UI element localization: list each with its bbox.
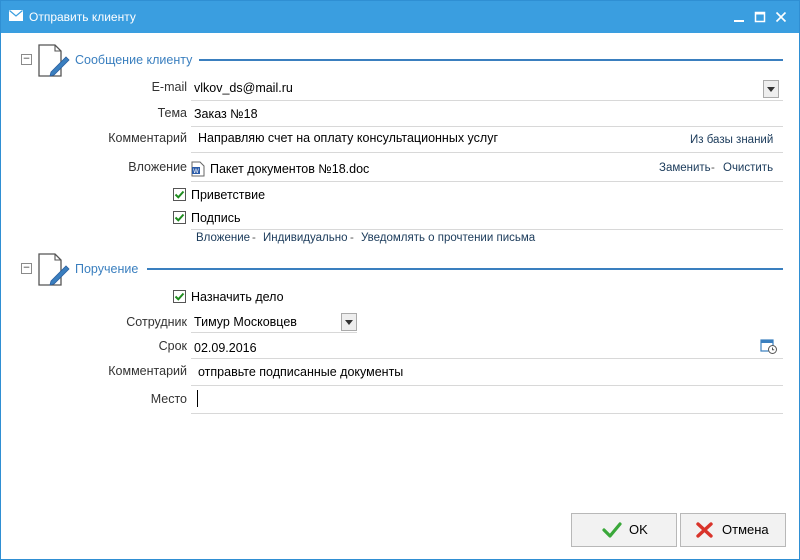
- greeting-label[interactable]: Приветствие: [191, 188, 265, 202]
- chevron-down-icon: [767, 87, 775, 92]
- window-title: Отправить клиенту: [29, 10, 136, 24]
- subject-label: Тема: [157, 106, 187, 120]
- text-cursor: [197, 390, 198, 407]
- email-dropdown-button[interactable]: [763, 80, 779, 98]
- envelope-icon: [9, 10, 23, 21]
- minimize-icon: [734, 20, 744, 22]
- message-section-title: Сообщение клиенту: [75, 53, 193, 67]
- comment-underline: [191, 152, 783, 153]
- document-edit-icon: [38, 44, 70, 77]
- checkmark-icon: [174, 213, 185, 222]
- individual-option-link[interactable]: Индивидуально: [263, 232, 347, 244]
- signature-checkbox[interactable]: [173, 211, 186, 224]
- cross-icon: [696, 522, 713, 538]
- assign-task-checkbox[interactable]: [173, 290, 186, 303]
- attachment-label: Вложение: [128, 160, 187, 174]
- place-label: Место: [150, 392, 187, 406]
- collapse-message-section[interactable]: −: [21, 54, 32, 65]
- employee-dropdown-button[interactable]: [341, 313, 357, 331]
- subject-underline: [191, 126, 783, 127]
- comment-field[interactable]: Направляю счет на оплату консультационны…: [198, 131, 498, 145]
- cancel-button[interactable]: Отмена: [680, 513, 786, 547]
- task-comment-underline: [191, 385, 783, 386]
- read-receipt-option-link[interactable]: Уведомлять о прочтении письма: [361, 232, 535, 244]
- section-divider: [199, 59, 783, 61]
- word-document-icon: W: [191, 161, 205, 177]
- attachment-underline: [191, 181, 783, 182]
- checkmark-icon: [174, 190, 185, 199]
- link-separator: -: [711, 162, 715, 174]
- due-date-underline: [191, 358, 783, 359]
- maximize-button[interactable]: [750, 7, 770, 27]
- email-underline: [191, 100, 783, 101]
- maximize-icon: [754, 11, 766, 23]
- place-underline: [191, 413, 783, 414]
- dialog-window: Отправить клиенту − Сообщение клиенту E-…: [0, 0, 800, 560]
- employee-underline: [191, 332, 357, 333]
- subject-field[interactable]: Заказ №18: [194, 107, 258, 121]
- employee-label: Сотрудник: [126, 315, 187, 329]
- email-label: E-mail: [151, 80, 187, 94]
- close-button[interactable]: [771, 7, 791, 27]
- place-field[interactable]: [198, 392, 758, 408]
- cancel-button-label: Отмена: [722, 522, 769, 537]
- task-comment-field[interactable]: отправьте подписанные документы: [198, 365, 403, 379]
- knowledge-base-link[interactable]: Из базы знаний: [690, 134, 773, 146]
- attachment-filename[interactable]: Пакет документов №18.doc: [210, 162, 369, 176]
- attachment-option-link[interactable]: Вложение: [196, 232, 250, 244]
- close-icon: [775, 11, 787, 23]
- task-comment-label: Комментарий: [108, 364, 187, 378]
- calendar-clock-icon[interactable]: [760, 338, 778, 355]
- signature-label[interactable]: Подпись: [191, 211, 240, 225]
- employee-field[interactable]: Тимур Московцев: [194, 315, 297, 329]
- due-date-label: Срок: [158, 339, 187, 353]
- minimize-button[interactable]: [729, 7, 749, 27]
- ok-button-label: OK: [629, 522, 648, 537]
- section-divider: [147, 268, 783, 270]
- replace-attachment-link[interactable]: Заменить: [659, 162, 711, 174]
- signature-underline: [191, 229, 783, 230]
- due-date-field[interactable]: 02.09.2016: [194, 341, 257, 355]
- link-separator: -: [350, 232, 354, 244]
- task-section-title: Поручение: [75, 262, 139, 276]
- checkmark-icon: [602, 522, 622, 538]
- clear-attachment-link[interactable]: Очистить: [723, 162, 773, 174]
- chevron-down-icon: [345, 320, 353, 325]
- svg-text:W: W: [193, 168, 199, 175]
- title-bar[interactable]: Отправить клиенту: [1, 1, 799, 33]
- comment-label: Комментарий: [108, 131, 187, 145]
- collapse-task-section[interactable]: −: [21, 263, 32, 274]
- assign-task-label[interactable]: Назначить дело: [191, 290, 284, 304]
- checkmark-icon: [174, 292, 185, 301]
- document-edit-icon: [38, 253, 70, 286]
- dialog-content: − Сообщение клиенту E-mail vlkov_ds@mail…: [1, 33, 799, 559]
- link-separator: -: [252, 232, 256, 244]
- greeting-checkbox[interactable]: [173, 188, 186, 201]
- ok-button[interactable]: OK: [571, 513, 677, 547]
- email-field[interactable]: vlkov_ds@mail.ru: [194, 81, 293, 95]
